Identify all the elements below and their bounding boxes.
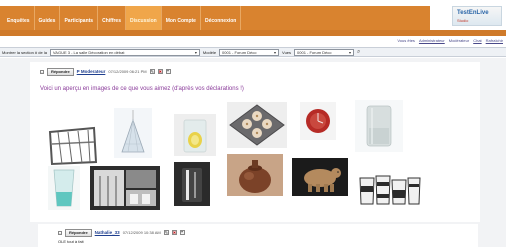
section-label: Montrer la section # de la [2,49,47,55]
pencil-icon[interactable]: ✎ [163,230,169,235]
discussion-area: − Répondre P Moderateur 07/12/2009 06:21… [0,58,506,247]
mode-select[interactable]: 0001 - Forum Déco ▾ [219,48,280,56]
image-bear-figurine [292,158,348,196]
reply-date: 07/12/2009 10:38 AM [122,230,161,235]
main-nav: Enquêtes Guides Participants Chiffres Di… [0,6,430,30]
search-icon[interactable]: ⌕ [357,49,360,56]
image-patterned-cups [356,166,422,210]
chevron-down-icon: ▾ [274,49,277,55]
nav-tab-guides[interactable]: Guides [35,6,61,30]
image-black-vase [170,158,214,210]
image-candle-tray [227,102,287,148]
view-select-value: 0001 - Forum Déco [297,49,332,55]
nav-tab-chiffres[interactable]: Chiffres [98,6,126,30]
image-red-clock [300,102,336,140]
nav-tab-discussion[interactable]: Discussion [126,6,162,30]
forum-reply: − Répondre Nathalie_33 07/12/2009 10:38 … [38,224,478,247]
forum-post: − Répondre P Moderateur 07/12/2009 06:21… [30,62,480,222]
brand-logo: TestEnLive Studio [452,6,502,26]
user-bar: Vous êtes Administrateur Modérateur Chat… [0,36,506,47]
post-body: Voici un aperçu en images de ce que vous… [40,86,244,92]
section-select[interactable]: VAGUE 3 - La salle Décoration en débat ▾ [49,48,200,56]
moderator-label: Modérateur [448,38,470,43]
admin-link[interactable]: Administrateur [419,38,445,43]
collapse-icon[interactable]: − [40,69,44,74]
collapse-icon[interactable]: − [58,230,62,235]
post-date: 07/12/2009 06:21 PM [108,69,147,74]
user-status-label: Vous êtes [397,38,415,43]
chevron-down-icon: ▾ [349,49,352,55]
image-glass-console [44,122,100,170]
section-selector-bar: Montrer la section # de la VAGUE 3 - La … [0,47,506,57]
image-teal-glass [48,166,80,210]
view-select[interactable]: 0001 - Forum Déco ▾ [294,48,355,56]
quote-icon[interactable]: ❞ [165,69,171,74]
nav-tab-participants[interactable]: Participants [60,6,99,30]
reply-body: OLE tout à fait [58,239,84,244]
red-x-icon[interactable]: ✖ [171,230,177,235]
red-x-icon[interactable]: ✖ [157,69,163,74]
post-header: − Répondre P Moderateur 07/12/2009 06:21… [40,67,171,76]
view-label: Vues [282,49,292,55]
post-author[interactable]: P Moderateur [77,69,106,74]
nav-tab-mon-compte[interactable]: Mon Compte [162,6,201,30]
reply-header: − Répondre Nathalie_33 07/12/2009 10:38 … [58,228,185,237]
nav-tab-deconnexion[interactable]: Déconnexion [201,6,242,30]
reply-author[interactable]: Nathalie_33 [95,230,120,235]
reply-button[interactable]: Répondre [65,228,92,237]
image-wooden-jar [227,154,283,196]
image-yellow-glass [170,110,220,160]
image-interior-photo [90,166,160,210]
mode-label: Modèle [202,49,217,55]
logo-text: TestEnLive [457,10,489,16]
top-header: Enquêtes Guides Participants Chiffres Di… [0,0,506,30]
pencil-icon[interactable]: ✎ [149,69,155,74]
reply-button[interactable]: Répondre [47,67,74,76]
nav-tab-enquetes[interactable]: Enquêtes [3,6,35,30]
quote-icon[interactable]: ❞ [179,230,185,235]
refresh-link[interactable]: Rafraîchir [486,38,503,43]
user-links: Vous êtes Administrateur Modérateur Chat… [397,38,503,43]
image-glass-vase [355,100,403,152]
section-select-value: VAGUE 3 - La salle Décoration en débat [52,49,125,55]
mode-select-value: 0001 - Forum Déco [222,49,257,55]
image-crystal-vase [114,108,152,158]
chevron-down-icon: ▾ [194,49,197,55]
chat-link[interactable]: Chat [473,38,481,43]
logo-subtext: Studio [457,18,469,23]
